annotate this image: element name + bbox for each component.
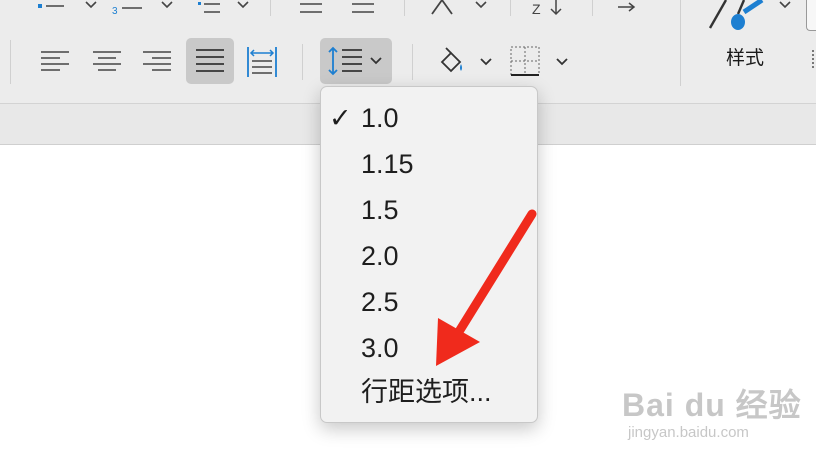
sort-icon[interactable]: Z [530, 0, 570, 18]
numbered-list-icon[interactable]: 3 [110, 0, 150, 18]
line-spacing-icon [328, 46, 382, 76]
watermark-url: jingyan.baidu.com [628, 424, 749, 441]
chevron-down-icon[interactable] [478, 54, 494, 70]
show-formatting-icon[interactable] [612, 0, 642, 16]
chevron-down-icon[interactable] [554, 54, 570, 70]
chevron-down-icon[interactable] [84, 0, 98, 14]
shading-icon[interactable] [434, 44, 468, 78]
separator [302, 44, 303, 80]
increase-indent-icon[interactable] [348, 0, 378, 16]
annotation-arrow-icon [436, 209, 537, 366]
chevron-down-icon[interactable] [474, 0, 488, 14]
separator [404, 0, 405, 16]
align-right-icon[interactable] [140, 44, 174, 78]
svg-text:3: 3 [112, 6, 118, 17]
distributed-icon[interactable] [244, 44, 280, 80]
chevron-down-icon[interactable] [778, 0, 792, 14]
svg-text:Z: Z [532, 1, 541, 17]
bullet-list-icon[interactable] [34, 0, 74, 14]
chevron-down-icon[interactable] [236, 0, 250, 14]
styles-pane-button[interactable] [806, 0, 816, 31]
menu-item-label: 1.5 [361, 195, 399, 225]
watermark: Bai du 经验 jingyan.baidu.com [622, 380, 812, 450]
menu-item-1-15[interactable]: 1.15 [321, 143, 537, 185]
separator [592, 0, 593, 16]
menu-item-label: 2.5 [361, 287, 399, 317]
separator [412, 44, 413, 80]
menu-item-label: 1.0 [361, 103, 399, 133]
decrease-indent-icon[interactable] [296, 0, 326, 16]
separator [270, 0, 271, 16]
align-center-icon[interactable] [90, 44, 124, 78]
align-left-icon[interactable] [38, 44, 72, 78]
check-icon: ✓ [329, 103, 352, 133]
menu-item-1-0[interactable]: ✓ 1.0 [321, 97, 537, 139]
separator [510, 0, 511, 16]
ribbon-edge-mark [812, 50, 816, 68]
styles-icon[interactable] [704, 0, 774, 40]
justify-icon[interactable] [186, 38, 234, 84]
borders-icon[interactable] [508, 44, 542, 78]
text-effects-icon[interactable] [428, 0, 464, 16]
watermark-logo: Bai du 经验 [622, 387, 802, 423]
multilevel-list-icon[interactable] [190, 0, 230, 16]
menu-item-label: 3.0 [361, 333, 399, 363]
separator [680, 0, 681, 86]
menu-item-label: 2.0 [361, 241, 399, 271]
chevron-down-icon[interactable] [160, 0, 174, 14]
menu-item-label: 1.15 [361, 149, 414, 179]
styles-label: 样式 [726, 48, 765, 69]
line-spacing-button[interactable] [320, 38, 392, 84]
separator [10, 40, 11, 84]
